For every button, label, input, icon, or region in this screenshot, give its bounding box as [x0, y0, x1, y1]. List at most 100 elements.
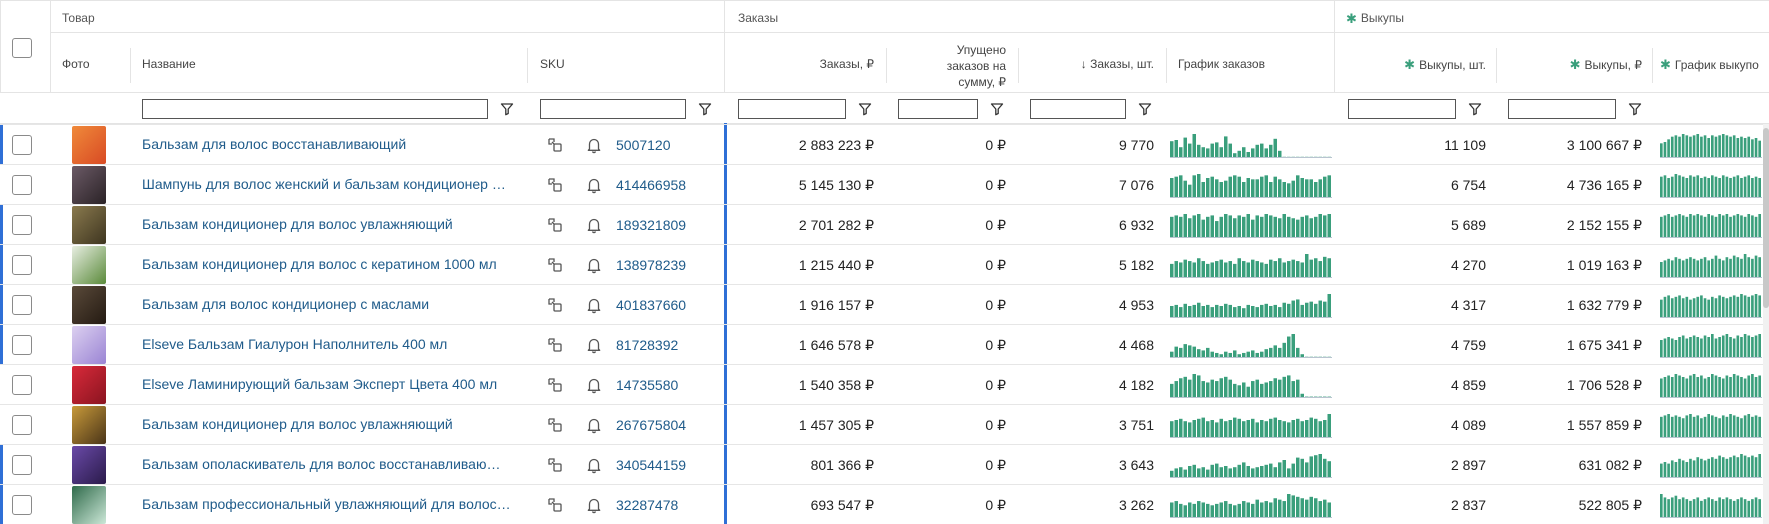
col-buyouts-chart[interactable]: ✱ График выкупо — [1660, 57, 1759, 73]
filter-icon[interactable] — [858, 102, 872, 116]
sku-link[interactable]: 14735580 — [616, 377, 678, 393]
product-thumbnail[interactable] — [72, 286, 106, 324]
product-name-link[interactable]: Elseve Ламинирующий бальзам Эксперт Цвет… — [142, 376, 512, 392]
copy-icon[interactable] — [546, 456, 564, 474]
product-thumbnail[interactable] — [72, 326, 106, 364]
table-row[interactable]: Elseve Бальзам Гиалурон Наполнитель 400 … — [0, 324, 1769, 365]
product-thumbnail[interactable] — [72, 166, 106, 204]
filter-icon[interactable] — [990, 102, 1004, 116]
filter-lost-input[interactable] — [898, 99, 978, 119]
product-thumbnail[interactable] — [72, 206, 106, 244]
vertical-scrollbar[interactable] — [1763, 124, 1769, 524]
bell-icon[interactable] — [585, 336, 603, 354]
table-row[interactable]: Шампунь для волос женский и бальзам конд… — [0, 164, 1769, 204]
row-checkbox[interactable] — [12, 335, 32, 355]
row-checkbox[interactable] — [12, 215, 32, 235]
filter-icon[interactable] — [698, 102, 712, 116]
bell-icon[interactable] — [585, 176, 603, 194]
product-thumbnail[interactable] — [72, 126, 106, 164]
row-checkbox[interactable] — [12, 375, 32, 395]
product-thumbnail[interactable] — [72, 486, 106, 524]
bell-icon[interactable] — [585, 136, 603, 154]
sku-link[interactable]: 189321809 — [616, 217, 686, 233]
select-all-checkbox[interactable] — [12, 38, 32, 58]
sku-link[interactable]: 32287478 — [616, 497, 678, 513]
col-orders-pcs[interactable]: ↓ Заказы, шт. — [1030, 57, 1154, 71]
bell-icon[interactable] — [585, 296, 603, 314]
copy-icon[interactable] — [546, 336, 564, 354]
table-row[interactable]: Бальзам кондиционер для волос увлажняющи… — [0, 404, 1769, 444]
filter-sku-input[interactable] — [540, 99, 686, 119]
table-row[interactable]: Бальзам профессиональный увлажняющий для… — [0, 484, 1769, 524]
copy-icon[interactable] — [546, 296, 564, 314]
col-buyouts-pcs[interactable]: ✱ Выкупы, шт. — [1346, 57, 1486, 73]
copy-icon[interactable] — [546, 416, 564, 434]
product-name-link[interactable]: Шампунь для волос женский и бальзам конд… — [142, 176, 512, 192]
filter-orders-rub-input[interactable] — [738, 99, 846, 119]
table-row[interactable]: Бальзам для волос восстанавливающий 50071… — [0, 124, 1769, 165]
col-name[interactable]: Название — [142, 57, 196, 71]
row-checkbox[interactable] — [12, 295, 32, 315]
sparkline-bar — [1714, 136, 1718, 158]
product-name-link[interactable]: Бальзам кондиционер для волос увлажняющи… — [142, 416, 512, 432]
product-thumbnail[interactable] — [72, 406, 106, 444]
sku-link[interactable]: 5007120 — [616, 137, 671, 153]
row-checkbox[interactable] — [12, 495, 32, 515]
filter-name-input[interactable] — [142, 99, 488, 119]
copy-icon[interactable] — [546, 216, 564, 234]
bell-icon[interactable] — [585, 496, 603, 514]
filter-icon[interactable] — [1468, 102, 1482, 116]
sku-link[interactable]: 138978239 — [616, 257, 686, 273]
sku-link[interactable]: 401837660 — [616, 297, 686, 313]
product-name-link[interactable]: Бальзам профессиональный увлажняющий для… — [142, 496, 512, 512]
copy-icon[interactable] — [546, 256, 564, 274]
row-checkbox[interactable] — [12, 455, 32, 475]
filter-buyouts-pcs-input[interactable] — [1348, 99, 1456, 119]
col-orders-chart[interactable]: График заказов — [1178, 57, 1265, 71]
row-checkbox[interactable] — [12, 135, 32, 155]
col-orders-rub[interactable]: Заказы, ₽ — [738, 57, 874, 71]
filter-icon[interactable] — [500, 102, 514, 116]
product-name-link[interactable]: Бальзам ополаскиватель для волос восстан… — [142, 456, 512, 472]
product-name-link[interactable]: Elseve Бальзам Гиалурон Наполнитель 400 … — [142, 336, 512, 352]
sku-link[interactable]: 81728392 — [616, 337, 678, 353]
product-thumbnail[interactable] — [72, 246, 106, 284]
copy-icon[interactable] — [546, 136, 564, 154]
product-name-link[interactable]: Бальзам для волос кондиционер с маслами — [142, 296, 512, 312]
sku-link[interactable]: 414466958 — [616, 177, 686, 193]
filter-orders-pcs-input[interactable] — [1030, 99, 1126, 119]
filter-buyouts-rub-input[interactable] — [1508, 99, 1616, 119]
sparkline-bar — [1242, 261, 1246, 278]
product-thumbnail[interactable] — [72, 446, 106, 484]
row-checkbox[interactable] — [12, 415, 32, 435]
bell-icon[interactable] — [585, 256, 603, 274]
bell-icon[interactable] — [585, 376, 603, 394]
col-sku[interactable]: SKU — [540, 57, 565, 71]
table-row[interactable]: Бальзам кондиционер для волос увлажняющи… — [0, 204, 1769, 245]
bell-icon[interactable] — [585, 416, 603, 434]
scrollbar-thumb[interactable] — [1763, 128, 1769, 308]
product-name-link[interactable]: Бальзам кондиционер для волос с кератино… — [142, 256, 512, 272]
col-lost-sum[interactable]: Упущено заказов на сумму, ₽ — [898, 42, 1006, 90]
filter-icon[interactable] — [1628, 102, 1642, 116]
table-row[interactable]: Elseve Ламинирующий бальзам Эксперт Цвет… — [0, 364, 1769, 404]
table-row[interactable]: Бальзам кондиционер для волос с кератино… — [0, 244, 1769, 285]
sparkline-bar — [1183, 137, 1187, 158]
col-buyouts-rub[interactable]: ✱ Выкупы, ₽ — [1506, 57, 1642, 73]
table-row[interactable]: Бальзам для волос кондиционер с маслами 4… — [0, 284, 1769, 325]
table-row[interactable]: Бальзам ополаскиватель для волос восстан… — [0, 444, 1769, 485]
copy-icon[interactable] — [546, 176, 564, 194]
sku-link[interactable]: 340544159 — [616, 457, 686, 473]
sku-link[interactable]: 267675804 — [616, 417, 686, 433]
bell-icon[interactable] — [585, 456, 603, 474]
filter-icon[interactable] — [1138, 102, 1152, 116]
product-name-link[interactable]: Бальзам кондиционер для волос увлажняющи… — [142, 216, 512, 232]
row-checkbox[interactable] — [12, 255, 32, 275]
copy-icon[interactable] — [546, 496, 564, 514]
product-thumbnail[interactable] — [72, 366, 106, 404]
bell-icon[interactable] — [585, 216, 603, 234]
copy-icon[interactable] — [546, 376, 564, 394]
product-name-link[interactable]: Бальзам для волос восстанавливающий — [142, 136, 512, 152]
col-photo[interactable]: Фото — [62, 57, 90, 71]
row-checkbox[interactable] — [12, 175, 32, 195]
